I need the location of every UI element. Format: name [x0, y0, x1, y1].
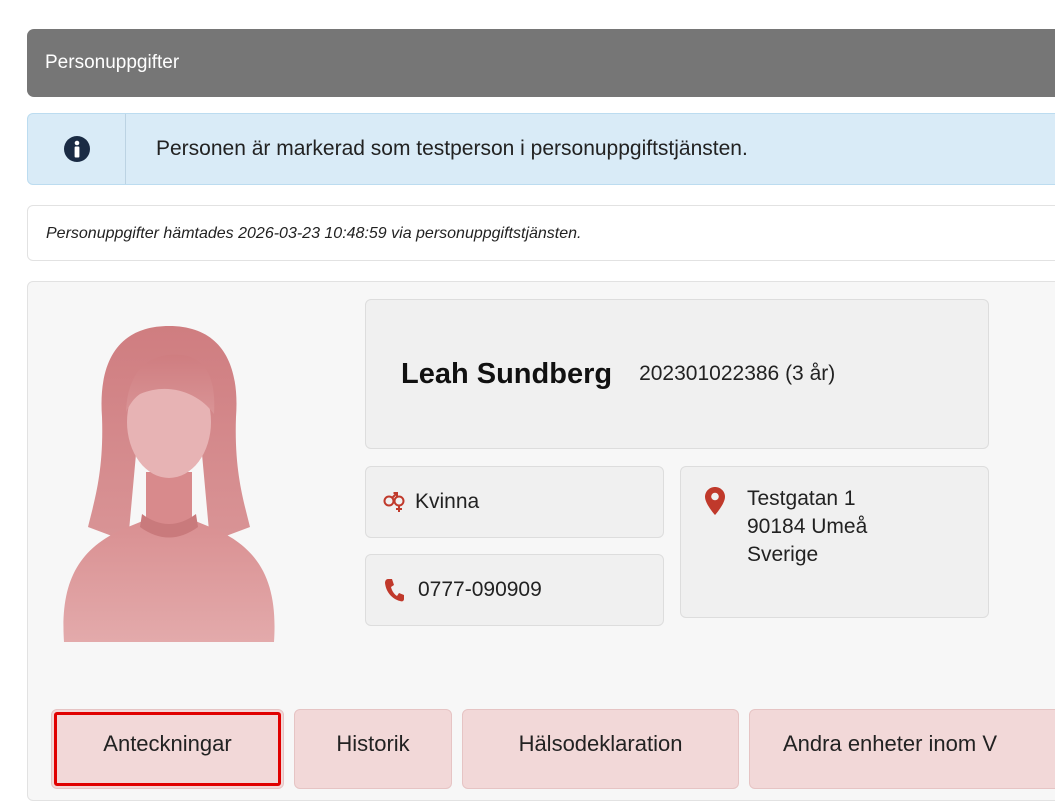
person-name: Leah Sundberg: [401, 357, 613, 390]
gender-box: Kvinna: [365, 466, 664, 538]
phone-box: 0777-090909: [365, 554, 664, 626]
location-pin-icon: [705, 487, 725, 515]
tab-halsodeklaration[interactable]: Hälsodeklaration: [462, 709, 739, 789]
address-country: Sverige: [747, 543, 819, 566]
tab-anteckningar[interactable]: Anteckningar: [51, 709, 284, 789]
panel-header: Personuppgifter: [27, 29, 1055, 97]
phone-icon: [385, 579, 404, 602]
tab-historik[interactable]: Historik: [294, 709, 452, 789]
info-icon: [63, 136, 90, 162]
gender-icon: [383, 492, 405, 512]
name-box: Leah Sundberg 202301022386 (3 år): [365, 299, 989, 449]
gender-text: Kvinna: [415, 490, 480, 513]
address-lines: Testgatan 1 90184 Umeå Sverige: [747, 485, 867, 569]
fetched-text: Personuppgifter hämtades 2026-03-23 10:4…: [46, 225, 582, 242]
female-avatar-icon: [63, 326, 275, 642]
alert-text: Personen är markerad som testperson i pe…: [156, 137, 748, 160]
address-street: Testgatan 1: [747, 487, 856, 510]
fetched-info: Personuppgifter hämtades 2026-03-23 10:4…: [27, 205, 1055, 261]
panel-title: Personuppgifter: [45, 52, 180, 73]
tab-andra-enheter[interactable]: Andra enheter inom V: [749, 709, 1055, 789]
address-postal: 90184 Umeå: [747, 515, 868, 538]
testperson-alert: Personen är markerad som testperson i pe…: [27, 113, 1055, 185]
person-id-age: 202301022386 (3 år): [639, 362, 836, 385]
phone-text: 0777-090909: [418, 578, 542, 601]
address-box: Testgatan 1 90184 Umeå Sverige: [680, 466, 989, 618]
